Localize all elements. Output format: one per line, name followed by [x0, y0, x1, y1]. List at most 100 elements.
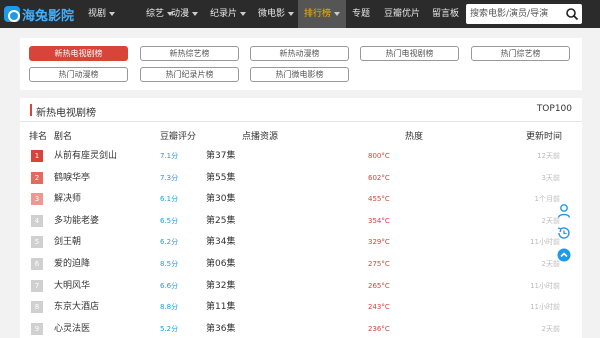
update-time: 3天前 [541, 173, 560, 182]
table-row[interactable]: 9 心灵法医 5.2分 第36集 236°C 2天前 [20, 319, 582, 338]
category-button-hot-anime[interactable]: 热门动漫榜 [29, 67, 128, 82]
rank-badge: 8 [31, 301, 43, 314]
chevron-down-icon [240, 11, 247, 16]
heat-value: 265°C [368, 281, 390, 290]
heat-value: 800°C [368, 152, 390, 160]
header-heat: 热度 [405, 132, 424, 142]
rank-badge: 1 [31, 150, 43, 162]
nav-item-douban[interactable]: 豆瓣优片 [384, 0, 420, 28]
douban-score: 6.1分 [160, 195, 179, 204]
title-accent [30, 104, 32, 116]
nav-item-guestbook[interactable]: 留言板 [432, 0, 459, 28]
heat-value: 275°C [368, 260, 390, 268]
douban-score: 6.5分 [160, 216, 179, 225]
nav-item-anime[interactable]: 动漫 [171, 0, 199, 28]
table-row[interactable]: 5 剑王朝 6.2分 第34集 329°C 11小时前 [20, 232, 582, 253]
show-title-link[interactable]: 鹤唳华亭 [54, 172, 90, 184]
chevron-down-icon [109, 11, 116, 16]
show-title-link[interactable]: 爱的迫降 [54, 258, 90, 270]
search-input[interactable] [470, 4, 564, 24]
douban-score: 7.3分 [160, 173, 179, 182]
category-button-hot-documentary[interactable]: 热门纪录片榜 [140, 67, 239, 82]
chevron-down-icon [288, 11, 295, 16]
user-icon[interactable] [556, 203, 572, 219]
show-title-link[interactable]: 解决师 [54, 193, 81, 205]
heat-value: 455°C [368, 195, 390, 204]
table-row[interactable]: 3 解决师 6.1分 第30集 455°C 1个月前 [20, 189, 582, 210]
table-row[interactable]: 6 爱的迫降 8.5分 第06集 275°C 2天前 [20, 254, 582, 275]
category-button-new-tv[interactable]: 新热电视剧榜 [29, 46, 128, 61]
nav-item-topics[interactable]: 专题 [352, 0, 370, 28]
nav-item-tv[interactable]: 视剧 [88, 0, 116, 28]
category-button-hot-micro-film[interactable]: 热门微电影榜 [250, 67, 349, 82]
episode-link[interactable]: 第34集 [206, 236, 235, 248]
nav-item-variety[interactable]: 综艺 [146, 0, 174, 28]
header-updated: 更新时间 [525, 132, 562, 142]
show-title-link[interactable]: 心灵法医 [54, 323, 90, 335]
category-panel: 新热电视剧榜 新热综艺榜 新热动漫榜 热门电视剧榜 热门综艺榜 热门动漫榜 热门… [20, 38, 582, 90]
heat-value: 243°C [368, 303, 390, 312]
table-row[interactable]: 8 东京大酒店 8.8分 第11集 243°C 11小时前 [20, 297, 582, 318]
heat-value: 354°C [368, 216, 390, 225]
show-title-link[interactable]: 多功能老婆 [54, 215, 99, 227]
back-to-top-icon[interactable] [556, 247, 572, 263]
category-button-new-anime[interactable]: 新热动漫榜 [250, 46, 349, 61]
heat-value: 602°C [368, 173, 390, 182]
category-button-new-variety[interactable]: 新热综艺榜 [140, 46, 239, 61]
douban-score: 7.1分 [160, 152, 179, 160]
rank-badge: 4 [31, 214, 43, 227]
top-nav: 海兔影院 视剧 综艺 动漫 纪录片 微电影 排行榜 专题 豆瓣优片 留言板 [0, 0, 600, 28]
episode-link[interactable]: 第25集 [206, 215, 235, 227]
episode-link[interactable]: 第11集 [206, 301, 235, 313]
rank-badge: 7 [31, 279, 43, 292]
header-source: 点播资源 [242, 132, 279, 142]
logo-text: 海兔影院 [22, 8, 75, 24]
show-title-link[interactable]: 剑王朝 [54, 236, 81, 248]
nav-item-documentary[interactable]: 纪录片 [210, 0, 247, 28]
douban-score: 8.5分 [160, 260, 179, 268]
table-row[interactable]: 4 多功能老婆 6.5分 第25集 354°C 2天前 [20, 211, 582, 232]
ranking-title: 新热电视剧榜 [36, 108, 96, 119]
rank-badge: 2 [31, 171, 43, 184]
rank-badge: 6 [31, 258, 43, 270]
table-row[interactable]: 1 从前有座灵剑山 7.1分 第37集 800°C 12天前 [20, 146, 582, 167]
episode-link[interactable]: 第06集 [206, 258, 235, 270]
rank-badge: 5 [31, 236, 43, 249]
category-button-hot-tv[interactable]: 热门电视剧榜 [360, 46, 459, 61]
table-row[interactable]: 2 鹤唳华亭 7.3分 第55集 602°C 3天前 [20, 168, 582, 189]
history-icon[interactable] [556, 225, 572, 241]
heat-value: 329°C [368, 238, 390, 247]
episode-link[interactable]: 第55集 [206, 172, 235, 184]
update-time: 11小时前 [530, 281, 560, 290]
ranking-panel: 新热电视剧榜 TOP100 排名 剧名 豆瓣评分 点播资源 热度 更新时间 1从… [20, 98, 582, 338]
show-title-link[interactable]: 大明风华 [54, 280, 90, 292]
update-time: 11小时前 [530, 303, 560, 312]
episode-link[interactable]: 第37集 [206, 150, 235, 162]
rank-badge: 3 [31, 193, 43, 206]
top100-label: TOP100 [536, 104, 572, 114]
update-time: 12天前 [537, 152, 560, 160]
search-icon[interactable] [565, 7, 579, 21]
show-title-link[interactable]: 从前有座灵剑山 [54, 150, 117, 162]
heat-value: 236°C [368, 324, 390, 333]
header-score: 豆瓣评分 [160, 132, 197, 142]
chevron-down-icon [192, 11, 199, 16]
nav-item-micro-film[interactable]: 微电影 [258, 0, 295, 28]
douban-score: 8.8分 [160, 303, 179, 312]
table-row[interactable]: 7 大明风华 6.6分 第32集 265°C 11小时前 [20, 276, 582, 297]
logo-icon [4, 6, 20, 22]
episode-link[interactable]: 第36集 [206, 323, 235, 335]
episode-link[interactable]: 第32集 [206, 280, 235, 292]
show-title-link[interactable]: 东京大酒店 [54, 301, 99, 313]
category-button-hot-variety[interactable]: 热门综艺榜 [471, 46, 570, 61]
nav-item-ranking[interactable]: 排行榜 [298, 0, 347, 28]
header-name: 剧名 [54, 132, 73, 142]
episode-link[interactable]: 第30集 [206, 193, 235, 205]
header-rank: 排名 [29, 132, 48, 142]
rank-badge: 9 [31, 322, 43, 335]
update-time: 2天前 [541, 324, 560, 333]
douban-score: 5.2分 [160, 324, 179, 333]
site-logo[interactable]: 海兔影院 [4, 4, 74, 24]
douban-score: 6.6分 [160, 281, 179, 290]
chevron-down-icon [334, 11, 341, 16]
